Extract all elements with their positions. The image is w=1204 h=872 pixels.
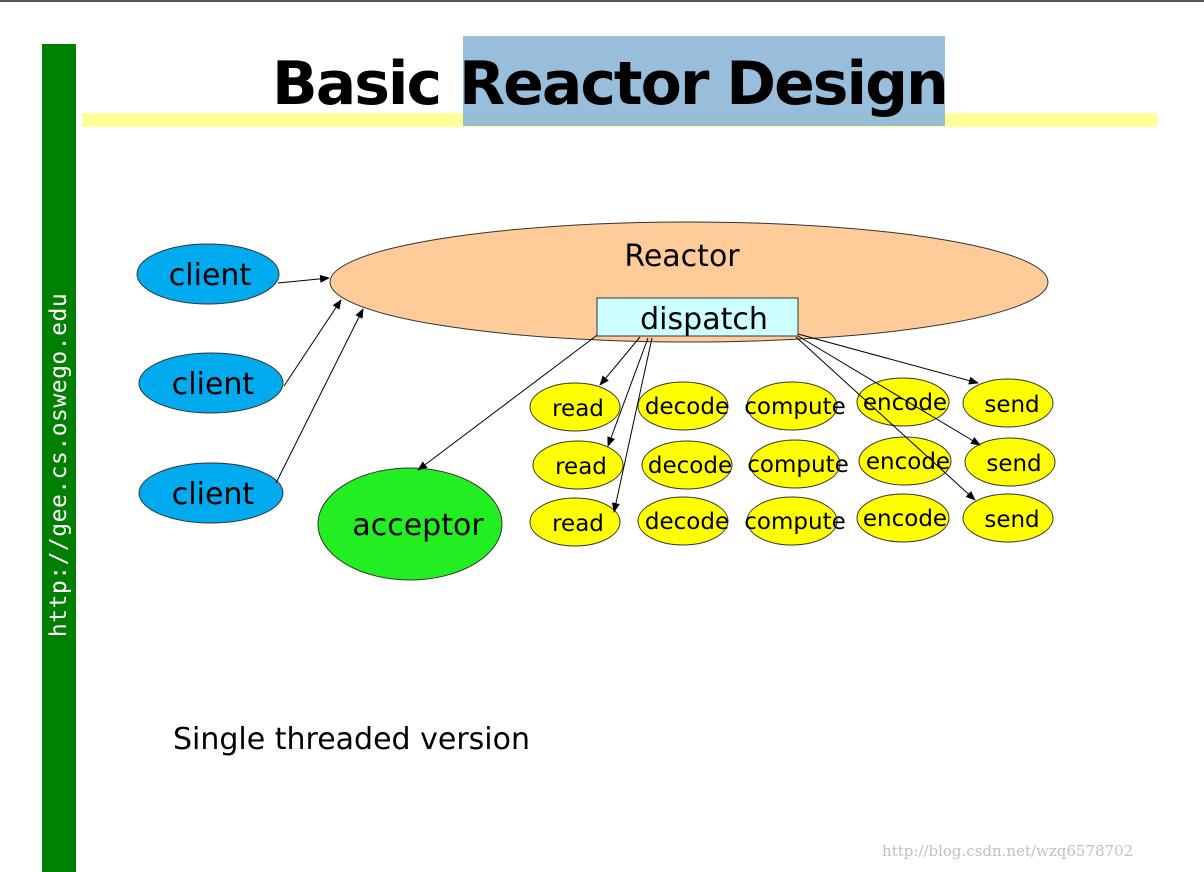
acceptor-node: acceptor <box>317 467 503 581</box>
handler-row: read decode compute encode send <box>529 493 1054 547</box>
watermark-url: http://blog.csdn.net/wzq6578702 <box>882 842 1134 860</box>
client-to-reactor-arrow <box>275 308 364 484</box>
client-to-reactor-arrow <box>277 274 330 284</box>
client-to-reactor-arrow <box>283 299 342 387</box>
client-node: client <box>138 462 284 524</box>
reactor-label: Reactor <box>624 239 740 274</box>
client-label: client <box>172 367 255 402</box>
client-label: client <box>169 258 252 293</box>
handler-row: read decode compute encode send <box>529 377 1054 432</box>
handler-label-send: send <box>984 392 1039 418</box>
handler-label-read: read <box>555 454 607 480</box>
dispatch-to-send-arrow <box>797 333 979 385</box>
handler-label-read: read <box>552 396 604 422</box>
dispatch-to-read-arrow <box>599 336 641 386</box>
dispatch-to-read-arrow <box>612 337 653 513</box>
dispatch-to-read-arrow <box>607 337 649 447</box>
dispatch-box: dispatch <box>596 297 799 337</box>
handler-label-encode: encode <box>863 506 947 532</box>
acceptor-label: acceptor <box>352 508 484 543</box>
dispatch-label: dispatch <box>640 302 768 337</box>
client-node: client <box>136 243 280 305</box>
handler-label-decode: decode <box>645 394 729 420</box>
handler-label-compute: compute <box>744 509 845 535</box>
handler-label-decode: decode <box>648 453 732 479</box>
handler-label-encode: encode <box>863 390 947 416</box>
handler-label-compute: compute <box>744 394 845 420</box>
handler-label-encode: encode <box>866 449 950 475</box>
handler-label-read: read <box>552 511 604 537</box>
handler-label-compute: compute <box>747 452 848 478</box>
handler-label-send: send <box>986 451 1041 477</box>
client-node: client <box>138 352 284 414</box>
client-label: client <box>172 477 255 512</box>
handler-label-send: send <box>984 507 1039 533</box>
slide-caption: Single threaded version <box>173 722 531 757</box>
handler-label-decode: decode <box>645 509 729 535</box>
handler-row: read decode compute encode send <box>532 436 1056 490</box>
